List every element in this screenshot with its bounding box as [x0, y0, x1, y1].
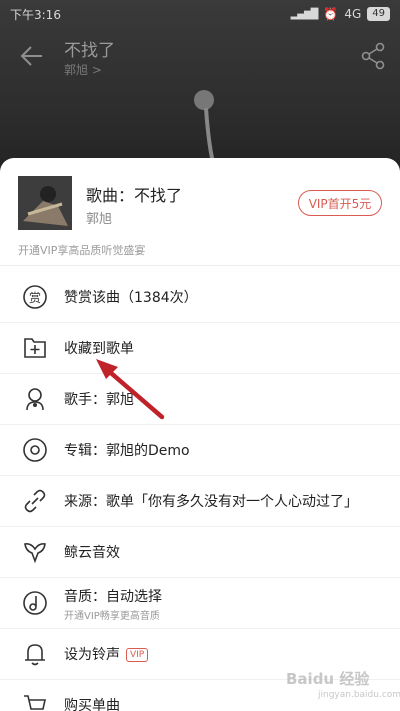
- album-icon: [23, 438, 47, 462]
- bell-icon: [25, 644, 45, 666]
- menu-item-label: 鲸云音效: [64, 545, 120, 561]
- signal-icon: ▂▄▆█: [290, 8, 319, 20]
- back-arrow-icon[interactable]: [18, 42, 46, 70]
- menu-item-album[interactable]: 专辑：郭旭的Demo: [0, 425, 400, 476]
- vip-purchase-button[interactable]: VIP首开5元: [298, 190, 382, 216]
- song-header: 歌曲：不找了 郭旭 VIP首开5元: [0, 158, 400, 240]
- vip-promo-text: 开通VIP享高品质听觉盛宴: [18, 244, 146, 257]
- turntable-needle-icon: [194, 90, 218, 167]
- network-label: 4G: [344, 7, 362, 21]
- menu-item-label: 音质：自动选择: [64, 589, 162, 605]
- song-options-sheet: 歌曲：不找了 郭旭 VIP首开5元 开通VIP享高品质听觉盛宴 赏 赞赏该曲（1…: [0, 158, 400, 711]
- album-cover: [18, 176, 72, 230]
- cart-icon: [24, 695, 46, 710]
- vip-tag: VIP: [126, 648, 149, 662]
- singer-icon: [26, 388, 44, 411]
- menu-item-add-to-playlist[interactable]: 收藏到歌单: [0, 323, 400, 374]
- player-artist-link[interactable]: 郭旭 >: [64, 61, 102, 78]
- sound-effect-icon: [24, 543, 46, 564]
- player-song-title: 不找了: [64, 41, 115, 61]
- watermark: Baidu 经验: [286, 670, 370, 688]
- link-icon: [24, 489, 46, 513]
- menu-item-sound-effect[interactable]: 鲸云音效: [0, 527, 400, 578]
- menu-item-label: 购买单曲: [64, 698, 120, 711]
- reward-icon: 赏: [23, 285, 47, 309]
- menu-item-label: 赞赏该曲（1384次）: [64, 290, 198, 306]
- song-name: 歌曲：不找了: [86, 186, 183, 205]
- menu-item-label: 来源：歌单「你有多久没有对一个人心动过了」: [64, 494, 358, 510]
- menu-item-reward[interactable]: 赏 赞赏该曲（1384次）: [0, 272, 400, 323]
- status-bar: 下午3:16 ▂▄▆█ ⏰ 4G 49: [0, 0, 400, 28]
- annotation-arrow-icon: [96, 359, 165, 420]
- share-icon[interactable]: [360, 42, 386, 70]
- song-artist: 郭旭: [86, 212, 113, 227]
- quality-icon: [23, 591, 47, 615]
- alarm-icon: ⏰: [323, 7, 339, 21]
- svg-text:赏: 赏: [29, 291, 41, 305]
- menu-item-label: 设为铃声 VIP: [64, 644, 149, 664]
- divider: [0, 265, 400, 266]
- options-menu: 赏 赞赏该曲（1384次） 收藏到歌单 歌手：郭旭 专辑：郭旭的Demo 来源：…: [0, 272, 400, 711]
- add-to-playlist-icon: [24, 338, 46, 358]
- menu-item-quality[interactable]: 音质：自动选择 开通VIP畅享更高音质: [0, 578, 400, 629]
- player-top-nav: 不找了 郭旭 >: [0, 28, 400, 84]
- status-time: 下午3:16: [10, 7, 61, 22]
- menu-item-singer[interactable]: 歌手：郭旭: [0, 374, 400, 425]
- watermark-url: jingyan.baidu.com: [318, 690, 400, 700]
- menu-item-sublabel: 开通VIP畅享更高音质: [64, 611, 160, 622]
- menu-item-label: 专辑：郭旭的Demo: [64, 443, 190, 459]
- battery-icon: 49: [367, 7, 390, 21]
- menu-item-source[interactable]: 来源：歌单「你有多久没有对一个人心动过了」: [0, 476, 400, 527]
